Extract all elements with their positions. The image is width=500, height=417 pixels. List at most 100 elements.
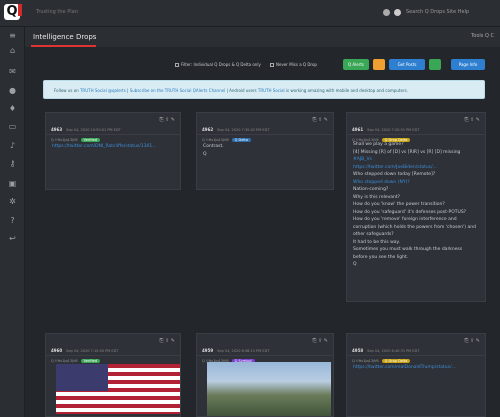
- chat-icon[interactable]: ✉: [8, 68, 17, 76]
- filter-controls: Filter: Individual Q Drops & Q Delta onl…: [175, 59, 485, 71]
- drop-text-line: Q: [353, 262, 357, 267]
- drop-author: Q !!Hs1Jq13jV6: [352, 138, 379, 142]
- drop-date: Sep 04, 2020 10:50:01 PM EDT: [66, 128, 121, 132]
- notice-text: is working amazing with mobile and deskt…: [284, 88, 408, 93]
- drop-card: 4958 Sep 04, 2020 6:40:31 PM EDT Q !!Hs1J…: [346, 333, 486, 417]
- notice-link-truth[interactable]: TRUTH Social: [258, 88, 285, 93]
- briefcase-icon[interactable]: ▣: [8, 180, 17, 188]
- drop-id[interactable]: 4960: [51, 348, 62, 353]
- drop-date: Sep 04, 2020 6:58:12 PM EDT: [217, 349, 270, 353]
- notice-text: Follow us on: [54, 88, 80, 93]
- card-header: 4959 Sep 04, 2020 6:58:12 PM EDT Q !!Hs1J…: [197, 334, 333, 363]
- drop-badge: Q Delta: [231, 138, 251, 142]
- apple-icon[interactable]: ●: [8, 87, 17, 95]
- logo-accent: [18, 4, 22, 16]
- drop-text-line: Why is this relevant?: [353, 194, 401, 200]
- header-tools[interactable]: Tools Q C: [471, 33, 494, 39]
- drop-text-line: [4] Missing [R] of [D] vs [RIR] vs [R] […: [353, 149, 461, 155]
- drop-id[interactable]: 4962: [202, 127, 213, 132]
- drop-link[interactable]: https://twitter.com/DNI_Ratcliffe/status…: [52, 143, 174, 151]
- show-checkbox[interactable]: Never Miss a Q Drop: [270, 62, 317, 67]
- android-icon[interactable]: ♦: [8, 105, 17, 113]
- drop-text-line: #AJB_Vs: [353, 157, 372, 162]
- drop-id[interactable]: 4963: [51, 127, 62, 132]
- drop-text-line: corruption (which holds the powers from …: [353, 224, 476, 230]
- drop-author: Q !!Hs1Jq13jV6: [51, 359, 78, 363]
- site-tagline: Trusting the Plan: [36, 9, 78, 15]
- help-icon[interactable]: ?: [8, 217, 17, 225]
- card-header: 4962 Sep 04, 2020 7:30:02 PM EDT Q !!Hs1J…: [197, 113, 333, 142]
- logout-icon[interactable]: ↩: [8, 235, 17, 243]
- gear-icon[interactable]: ✲: [8, 198, 17, 206]
- notice-text: | Android users: [225, 88, 258, 93]
- filter-checkbox[interactable]: Filter: Individual Q Drops & Q Delta onl…: [175, 62, 261, 67]
- drop-id[interactable]: 4961: [352, 127, 363, 132]
- card-actions-icon[interactable]: ⎘ ⇪ ✎: [464, 117, 480, 123]
- key-icon[interactable]: ⚷: [8, 160, 17, 168]
- drop-text-line: Contrast.: [203, 144, 224, 149]
- notice-link-channel[interactable]: Subscribe on the TRUTH Social QAlerts Ch…: [130, 88, 225, 93]
- drop-badge: Q Drop Delta: [381, 359, 411, 363]
- us-flag-image[interactable]: [56, 364, 181, 414]
- show-label: Never Miss a Q Drop: [276, 62, 317, 67]
- sidebar: ≡ ⌂ ✉ ● ♦ ▭ ♪ ⚷ ▣ ✲ ? ↩: [0, 27, 25, 417]
- drop-card: 4961 Sep 04, 2020 7:20:51 PM EDT Q !!Hs1J…: [346, 112, 486, 302]
- drop-date: Sep 04, 2020 7:15:00 PM EDT: [66, 349, 119, 353]
- user-icon[interactable]: [394, 9, 401, 16]
- card-actions-icon[interactable]: ⎘ ⇪ ✎: [312, 338, 328, 344]
- drop-id[interactable]: 4959: [202, 348, 213, 353]
- drop-date: Sep 04, 2020 7:30:02 PM EDT: [217, 128, 270, 132]
- drop-date: Sep 04, 2020 7:20:51 PM EDT: [367, 128, 420, 132]
- desktop-icon[interactable]: ▭: [8, 123, 17, 131]
- drop-text-line: Shall we play a game?: [353, 142, 404, 147]
- drop-card: 4959 Sep 04, 2020 6:58:12 PM EDT Q !!Hs1J…: [196, 333, 334, 417]
- drop-text-line: other safeguards?: [353, 232, 394, 237]
- alerts-button[interactable]: Q Alerts: [343, 59, 369, 70]
- drop-card: 4963 Sep 04, 2020 10:50:01 PM EDT Q !!Hs1…: [45, 112, 181, 190]
- page-info-button[interactable]: Page Info: [451, 59, 485, 70]
- page-title: Intelligence Drops: [33, 33, 97, 41]
- drop-text-line: How do you 'remove' foreign interference…: [353, 217, 457, 222]
- drop-author: Q !!Hs1Jq13jV6: [51, 138, 78, 142]
- card-header: 4963 Sep 04, 2020 10:50:01 PM EDT Q !!Hs1…: [46, 113, 180, 142]
- drop-badge: Q Drop Delta: [381, 138, 411, 142]
- card-header: 4961 Sep 04, 2020 7:20:51 PM EDT Q !!Hs1J…: [347, 113, 485, 142]
- drop-id[interactable]: 4958: [352, 348, 363, 353]
- drop-text-line: It had to be this way.: [353, 239, 400, 245]
- drop-card: 4962 Sep 04, 2020 7:30:02 PM EDT Q !!Hs1J…: [196, 112, 334, 190]
- home-icon[interactable]: ⌂: [8, 47, 17, 55]
- drop-text-line: Who stepped down (NY)?: [353, 179, 410, 185]
- drop-link[interactable]: https://twitter.com/JoeBiden/status/...: [353, 164, 479, 172]
- get-posts-button[interactable]: Get Posts: [389, 59, 425, 70]
- filter-label: Filter: Individual Q Drops & Q Delta onl…: [181, 62, 261, 67]
- drop-text-line: Who stepped down today [Remote]?: [353, 172, 436, 177]
- landscape-photo[interactable]: [207, 362, 331, 416]
- drop-text-line: How do you 'safeguard' it's defenses pos…: [353, 209, 467, 215]
- card-header: 4958 Sep 04, 2020 6:40:31 PM EDT Q !!Hs1J…: [347, 334, 485, 363]
- drop-link[interactable]: https://twitter.com/realDonaldTrump/stat…: [353, 364, 479, 372]
- drop-badge: Verified: [80, 359, 100, 363]
- drop-text-line: Q: [203, 152, 207, 157]
- drop-author: Q !!Hs1Jq13jV6: [352, 359, 379, 363]
- card-header: 4960 Sep 04, 2020 7:15:00 PM EDT Q !!Hs1J…: [46, 334, 180, 363]
- settings-icon[interactable]: [383, 9, 390, 16]
- rss-button[interactable]: [373, 59, 385, 70]
- drop-author: Q !!Hs1Jq13jV6: [202, 138, 229, 142]
- drop-text-line: before you see the light.: [353, 254, 409, 260]
- top-bar: Q Trusting the Plan Search Q Drops Site …: [0, 0, 500, 27]
- bell-icon[interactable]: ♪: [8, 142, 17, 150]
- drop-text-line: Sometimes you must walk through the dark…: [353, 247, 463, 252]
- drop-text-line: Nation-coming?: [353, 187, 389, 192]
- search-link[interactable]: Search Q Drops Site Help: [406, 9, 469, 15]
- page-header: Intelligence Drops Tools Q C: [25, 27, 500, 47]
- drop-date: Sep 04, 2020 6:40:31 PM EDT: [367, 349, 420, 353]
- card-actions-icon[interactable]: ⎘ ⇪ ✎: [464, 338, 480, 344]
- title-underline: [31, 45, 96, 47]
- card-actions-icon[interactable]: ⎘ ⇪ ✎: [159, 338, 175, 344]
- card-actions-icon[interactable]: ⎘ ⇪ ✎: [159, 117, 175, 123]
- print-button[interactable]: [429, 59, 441, 70]
- notice-link-qalerts[interactable]: TRUTH Social @qalerts: [80, 88, 126, 93]
- drop-card: 4960 Sep 04, 2020 7:15:00 PM EDT Q !!Hs1J…: [45, 333, 181, 417]
- menu-icon[interactable]: ≡: [8, 32, 17, 40]
- card-actions-icon[interactable]: ⎘ ⇪ ✎: [312, 117, 328, 123]
